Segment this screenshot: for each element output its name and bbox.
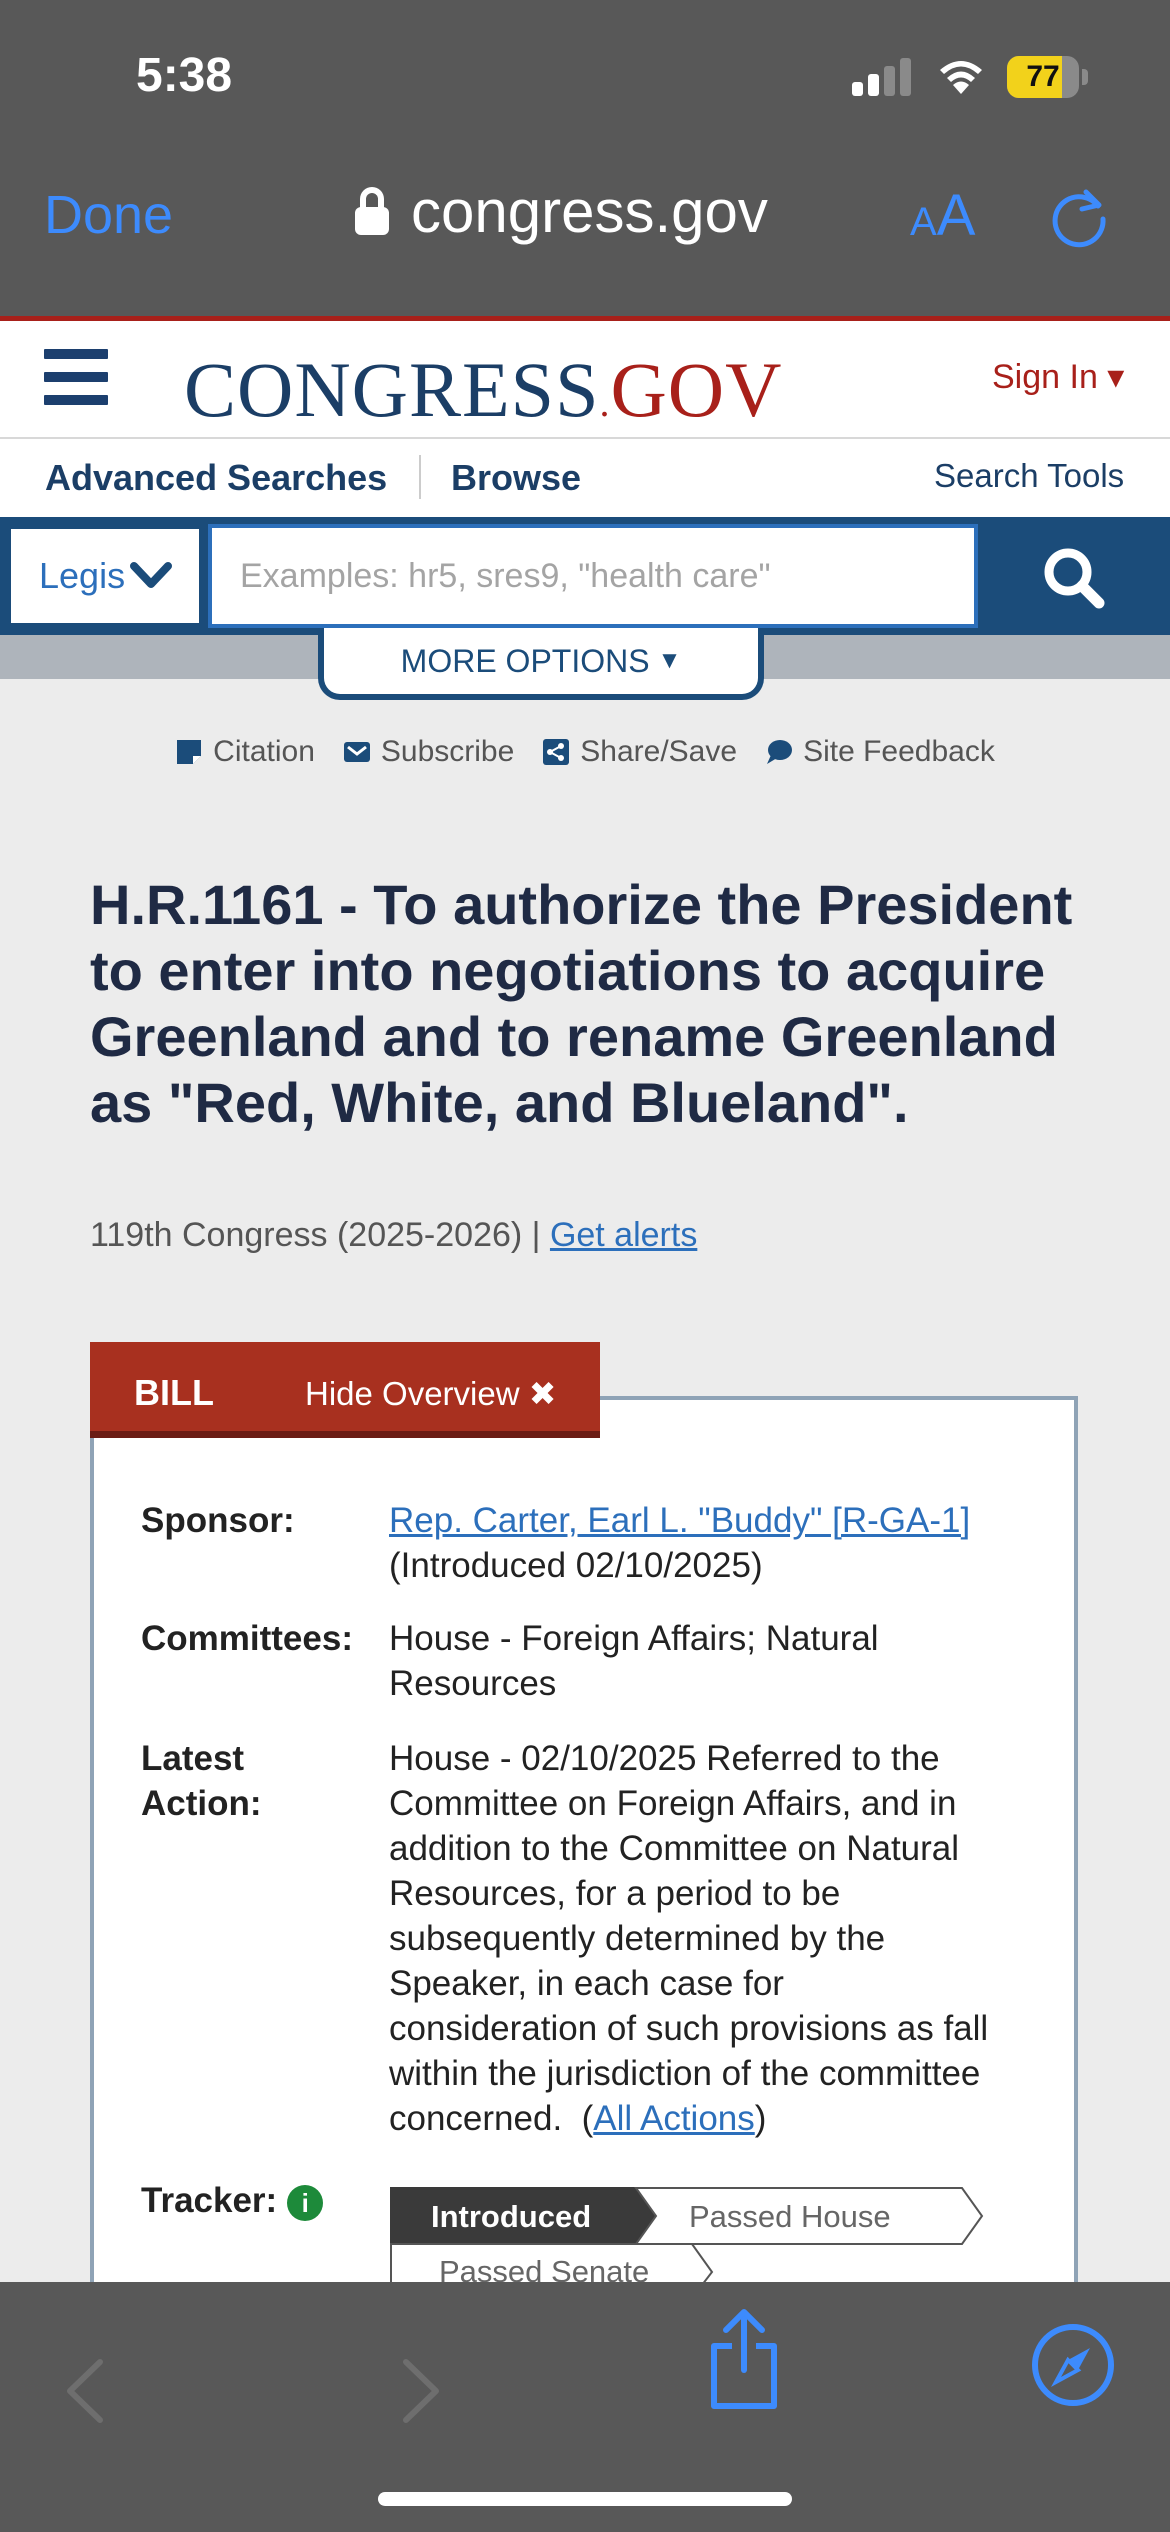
nav-divider <box>419 455 421 499</box>
hide-overview-button[interactable]: Hide Overview ✖ <box>305 1374 556 1413</box>
battery-icon: 77 <box>1007 56 1088 98</box>
compass-icon[interactable] <box>1030 2322 1116 2408</box>
chevron-down-icon <box>130 562 172 588</box>
sponsor-value: Rep. Carter, Earl L. "Buddy" [R-GA-1] (I… <box>389 1501 971 1585</box>
search-input[interactable] <box>208 524 978 628</box>
search-tools-link[interactable]: Search Tools <box>934 457 1124 495</box>
browser-chrome: 5:38 77 Done congress.gov AA <box>0 0 1170 316</box>
congress-session: 119th Congress (2025-2026) | Get alerts <box>90 1216 698 1254</box>
committees-label: Committees: <box>141 1619 353 1658</box>
address-bar[interactable]: congress.gov <box>355 176 768 246</box>
site-header: CONGRESS.GOV Sign In ▾ <box>0 321 1170 439</box>
sponsor-label: Sponsor: <box>141 1501 295 1540</box>
url-text: congress.gov <box>411 177 768 245</box>
envelope-icon <box>343 742 370 762</box>
search-icon <box>1044 548 1105 609</box>
tracker-label: Tracker: i <box>141 2178 324 2223</box>
tracker-step-passed-house: Passed House <box>634 2187 984 2245</box>
subscribe-link[interactable]: Subscribe <box>343 732 514 772</box>
sponsor-link[interactable]: Rep. Carter, Earl L. "Buddy" [R-GA-1] <box>389 1501 970 1540</box>
share-save-link[interactable]: Share/Save <box>542 732 737 772</box>
site-feedback-link[interactable]: Site Feedback <box>765 732 995 772</box>
reload-icon[interactable] <box>1046 184 1112 250</box>
battery-percent: 77 <box>1026 60 1060 93</box>
status-time: 5:38 <box>136 49 233 102</box>
back-arrow-icon[interactable] <box>62 2356 108 2426</box>
info-icon[interactable]: i <box>287 2184 324 2221</box>
lock-icon <box>355 187 389 235</box>
more-options-button[interactable]: MORE OPTIONS ▼ <box>318 628 764 700</box>
latest-action-label: Latest Action: <box>141 1739 262 1823</box>
share-icon <box>543 739 570 765</box>
all-actions-link[interactable]: All Actions <box>593 2099 754 2138</box>
sign-in-button[interactable]: Sign In ▾ <box>992 357 1124 397</box>
search-scope-select[interactable]: Legislation <box>8 526 202 626</box>
search-button[interactable] <box>985 517 1170 635</box>
page-tools: Citation Subscribe Share/Save Site Feedb… <box>0 732 1170 772</box>
cell-signal-icon <box>852 58 914 96</box>
browse-link[interactable]: Browse <box>451 457 581 499</box>
forward-arrow-icon[interactable] <box>398 2356 444 2426</box>
svg-text:Introduced: Introduced <box>431 2199 591 2234</box>
search-bar: Legislation <box>0 517 1170 635</box>
home-indicator <box>378 2492 792 2506</box>
advanced-searches-link[interactable]: Advanced Searches <box>45 457 387 499</box>
chevron-down-icon: ▼ <box>657 647 682 674</box>
get-alerts-link[interactable]: Get alerts <box>550 1216 697 1254</box>
bill-tab-label: BILL <box>134 1372 214 1413</box>
sub-navigation: Advanced Searches Browse Search Tools <box>0 439 1170 517</box>
committees-value: House - Foreign Affairs; Natural Resourc… <box>389 1619 879 1703</box>
citation-link[interactable]: Citation <box>175 732 315 772</box>
citation-icon <box>177 740 202 764</box>
share-icon[interactable] <box>706 2308 782 2412</box>
done-button[interactable]: Done <box>44 184 173 246</box>
chat-bubble-icon <box>767 740 793 764</box>
bill-tab: BILL Hide Overview ✖ <box>90 1342 600 1438</box>
page-title: H.R.1161 - To authorize the President to… <box>90 873 1073 1134</box>
search-scope-value: Legislation <box>39 555 125 596</box>
svg-text:Passed House: Passed House <box>689 2199 891 2234</box>
text-size-icon[interactable]: AA <box>910 182 975 249</box>
bill-tracker: Introduced Passed House Passed Senate <box>390 2187 984 2296</box>
menu-icon[interactable] <box>44 349 108 405</box>
wifi-icon <box>940 61 982 94</box>
tracker-step-introduced: Introduced <box>390 2187 658 2245</box>
latest-action-value: House - 02/10/2025 Referred to the Commi… <box>389 1739 989 2138</box>
site-logo[interactable]: CONGRESS.GOV <box>184 345 782 435</box>
